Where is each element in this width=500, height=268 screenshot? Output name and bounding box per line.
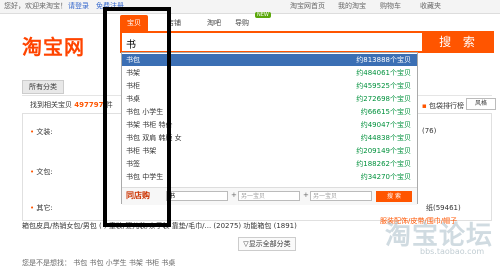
category-link[interactable]: 纸(59461) <box>426 203 461 213</box>
bullet-icon: • <box>30 168 35 176</box>
show-all-categories-button[interactable]: ▽显示全部分类 <box>238 237 296 251</box>
style-select[interactable]: 风格 <box>466 98 496 110</box>
home-link[interactable]: 淘宝网首页 <box>290 1 325 11</box>
greeting-text: 您好，欢迎来淘宝！ <box>4 2 67 10</box>
plus-icon: + <box>303 191 309 199</box>
bullet-icon: • <box>30 128 35 136</box>
highlight-frame <box>103 7 171 227</box>
same-store-search-button[interactable]: 搜 索 <box>376 191 412 202</box>
taobao-logo[interactable]: 淘宝网 <box>22 31 85 60</box>
my-taobao-link[interactable]: 我的淘宝 <box>338 1 366 11</box>
same-store-input-2[interactable]: 另一宝贝 <box>238 191 300 201</box>
rank-link[interactable]: ▪ 包袋排行榜 <box>422 101 464 111</box>
top-bar: 您好，欢迎来淘宝！ 请登录 免费注册 淘宝网首页 我的淘宝 购物车 收藏夹 <box>0 0 500 14</box>
bullet-icon: • <box>30 204 35 212</box>
all-categories-button[interactable]: 所有分类 <box>22 80 64 94</box>
category-row[interactable]: 箱包皮具/热销女包/男包 ( ) 童装/婴儿装/亲子装 靠垫/毛巾/... (2… <box>22 221 342 231</box>
suggestion-row[interactable]: 您是不是想找： 书包 书包 小学生 书架 书柜 书桌 <box>22 258 492 268</box>
new-badge: NEW <box>255 12 271 18</box>
bag-icon: ▪ <box>422 102 427 110</box>
watermark-url: bbs.taobao.com <box>420 247 485 256</box>
favorites-link[interactable]: 收藏夹 <box>420 1 441 11</box>
plus-icon: + <box>231 191 237 199</box>
tab-daogou[interactable]: 导购 <box>230 15 254 31</box>
category-count[interactable]: (76) <box>422 127 436 135</box>
search-button[interactable]: 搜 索 <box>424 31 494 53</box>
same-store-input-1[interactable]: 书 <box>166 191 228 201</box>
cart-link[interactable]: 购物车 <box>380 1 401 11</box>
same-store-input-3[interactable]: 另一宝贝 <box>310 191 372 201</box>
tab-taoba[interactable]: 淘吧 <box>202 15 226 31</box>
category-label: • 其它: <box>30 204 53 212</box>
category-label: • 文装: <box>30 128 53 136</box>
found-results-text: 找到相关宝贝 497797 件 <box>30 100 113 110</box>
category-label: • 文包: <box>30 168 53 176</box>
found-count: 497797 <box>74 101 104 109</box>
login-link[interactable]: 请登录 <box>68 1 89 11</box>
rank-link-label: 包袋排行榜 <box>428 102 464 110</box>
found-label: 找到相关宝贝 <box>30 101 72 109</box>
